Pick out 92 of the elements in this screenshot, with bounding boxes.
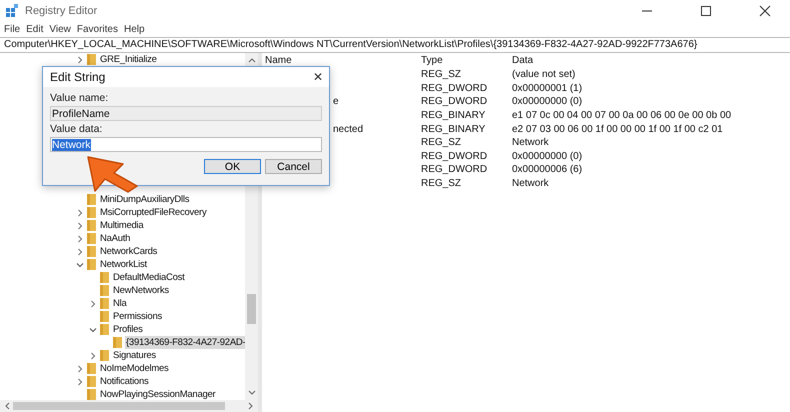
tree-item[interactable]: GRE_Initialize (99, 53, 158, 66)
registry-icon (5, 4, 19, 18)
address-bar[interactable]: Computer\HKEY_LOCAL_MACHINE\SOFTWARE\Microsoft\Windows NT\CurrentVersion\NetworkList\Profiles\{39134369-F832-4A27-92AD-9922F773A676} (0, 37, 790, 53)
chevron-right-icon[interactable] (76, 222, 84, 230)
table-cell-text: REG_DWORD (421, 96, 488, 108)
table-cell: nected (333, 124, 364, 135)
tree-item[interactable]: MsiCorruptedFileRecovery (99, 206, 208, 219)
chevron-right-icon[interactable] (76, 364, 84, 372)
chevron-right-icon[interactable] (76, 378, 84, 386)
folder-icon (87, 259, 96, 270)
scroll-thumb[interactable] (13, 402, 225, 410)
table-cell: 0x00000001 (1) (512, 82, 582, 94)
folder-icon (100, 350, 109, 361)
table-cell: (value not set) (512, 69, 576, 80)
folder-icon (87, 363, 96, 374)
table-cell: Network (512, 178, 549, 190)
menu-item[interactable]: File (4, 24, 20, 35)
table-cell-text: REG_DWORD (421, 82, 488, 94)
chevron-right-icon[interactable] (76, 248, 84, 256)
column-header[interactable]: Type (421, 55, 512, 66)
folder-icon (100, 324, 109, 335)
table-cell-text: REG_SZ (421, 178, 462, 190)
tree-item[interactable]: Signatures (112, 349, 157, 362)
chevron-down-icon[interactable] (89, 326, 97, 334)
folder-icon (87, 233, 96, 244)
menu-item[interactable]: Edit (26, 24, 44, 35)
table-cell-text: REG_BINARY (421, 110, 486, 122)
folder-icon (87, 376, 96, 387)
tree-item[interactable]: {39134369-F832-4A27-92AD- (125, 336, 246, 349)
tree-item[interactable]: MiniDumpAuxiliaryDlls (99, 193, 190, 206)
field-label: Value data: (50, 123, 104, 135)
table-cell: e1 07 0c 00 04 00 07 00 0a 00 06 00 0e 00 0b 00 (512, 110, 732, 122)
dialog-button[interactable]: OK (204, 159, 261, 174)
folder-icon (87, 246, 96, 257)
tree-item[interactable]: NetworkList (99, 258, 148, 271)
maximize-icon[interactable] (700, 5, 712, 17)
table-cell-text: REG_SZ (421, 137, 462, 148)
folder-icon (100, 298, 109, 309)
column-header[interactable]: Data (512, 55, 534, 66)
dialog-button[interactable]: Cancel (265, 159, 322, 174)
folder-icon (87, 207, 96, 218)
column-header[interactable]: Name (265, 55, 421, 66)
scroll-left-icon[interactable] (4, 402, 10, 410)
folder-icon (100, 311, 109, 322)
chevron-right-icon[interactable] (89, 352, 97, 360)
table-cell-text: REG_DWORD (421, 164, 488, 176)
tree-item[interactable]: NoImeModelmes (99, 362, 170, 375)
tree-item[interactable]: NetworkCards (99, 245, 158, 258)
table-cell: 0x00000006 (6) (512, 164, 582, 176)
folder-icon (87, 220, 96, 231)
tree-item[interactable]: NaAuth (99, 232, 132, 245)
chevron-right-icon[interactable] (76, 56, 84, 64)
table-cell: 0x00000000 (0) (512, 96, 582, 108)
tree-item[interactable]: DefaultMediaCost (112, 271, 186, 284)
chevron-right-icon[interactable] (76, 234, 84, 242)
table-cell: e (333, 96, 339, 108)
menu-item[interactable]: View (49, 24, 71, 35)
tree-item[interactable]: Notifications (99, 375, 150, 388)
menu-item[interactable]: Favorites (76, 24, 118, 35)
menu-item[interactable]: Help (124, 24, 145, 35)
table-cell: Network (512, 137, 549, 148)
horizontal-scrollbar[interactable] (0, 400, 258, 412)
folder-icon (100, 285, 109, 296)
tree-item[interactable]: Profiles (112, 323, 144, 336)
scroll-right-icon[interactable] (248, 402, 254, 410)
folder-icon (87, 54, 96, 65)
field-label: Value name: (50, 92, 110, 104)
scroll-up-icon[interactable] (248, 57, 256, 63)
folder-icon (87, 194, 96, 205)
window-title: Registry Editor (25, 5, 98, 17)
tree-item[interactable]: NowPlayingSessionManager (99, 388, 216, 401)
scroll-thumb[interactable] (247, 294, 256, 324)
table-cell: 0x00000000 (0) (512, 150, 582, 162)
folder-icon (87, 389, 96, 400)
tree-item[interactable]: NewNetworks (112, 284, 170, 297)
table-cell-text: REG_DWORD (421, 150, 488, 162)
close-icon[interactable] (759, 5, 771, 17)
scroll-down-icon[interactable] (248, 390, 256, 396)
folder-icon (113, 337, 122, 348)
chevron-down-icon[interactable] (76, 260, 84, 268)
dialog-title: Edit String (50, 70, 106, 84)
table-cell: e2 07 03 00 06 00 1f 00 00 00 1f 00 1f 00 c2 01 (512, 124, 723, 135)
folder-icon (100, 272, 109, 283)
tree-item[interactable]: Permissions (112, 310, 163, 323)
chevron-right-icon[interactable] (76, 208, 84, 216)
chevron-right-icon[interactable] (89, 300, 97, 308)
input-field[interactable]: Network (50, 137, 322, 152)
tree-item[interactable]: Multimedia (99, 219, 144, 232)
close-button[interactable]: ✕ (313, 70, 323, 84)
table-cell-text: REG_BINARY (421, 124, 486, 135)
table-cell-text: REG_SZ (421, 69, 462, 80)
tree-item[interactable]: Nla (112, 297, 128, 310)
